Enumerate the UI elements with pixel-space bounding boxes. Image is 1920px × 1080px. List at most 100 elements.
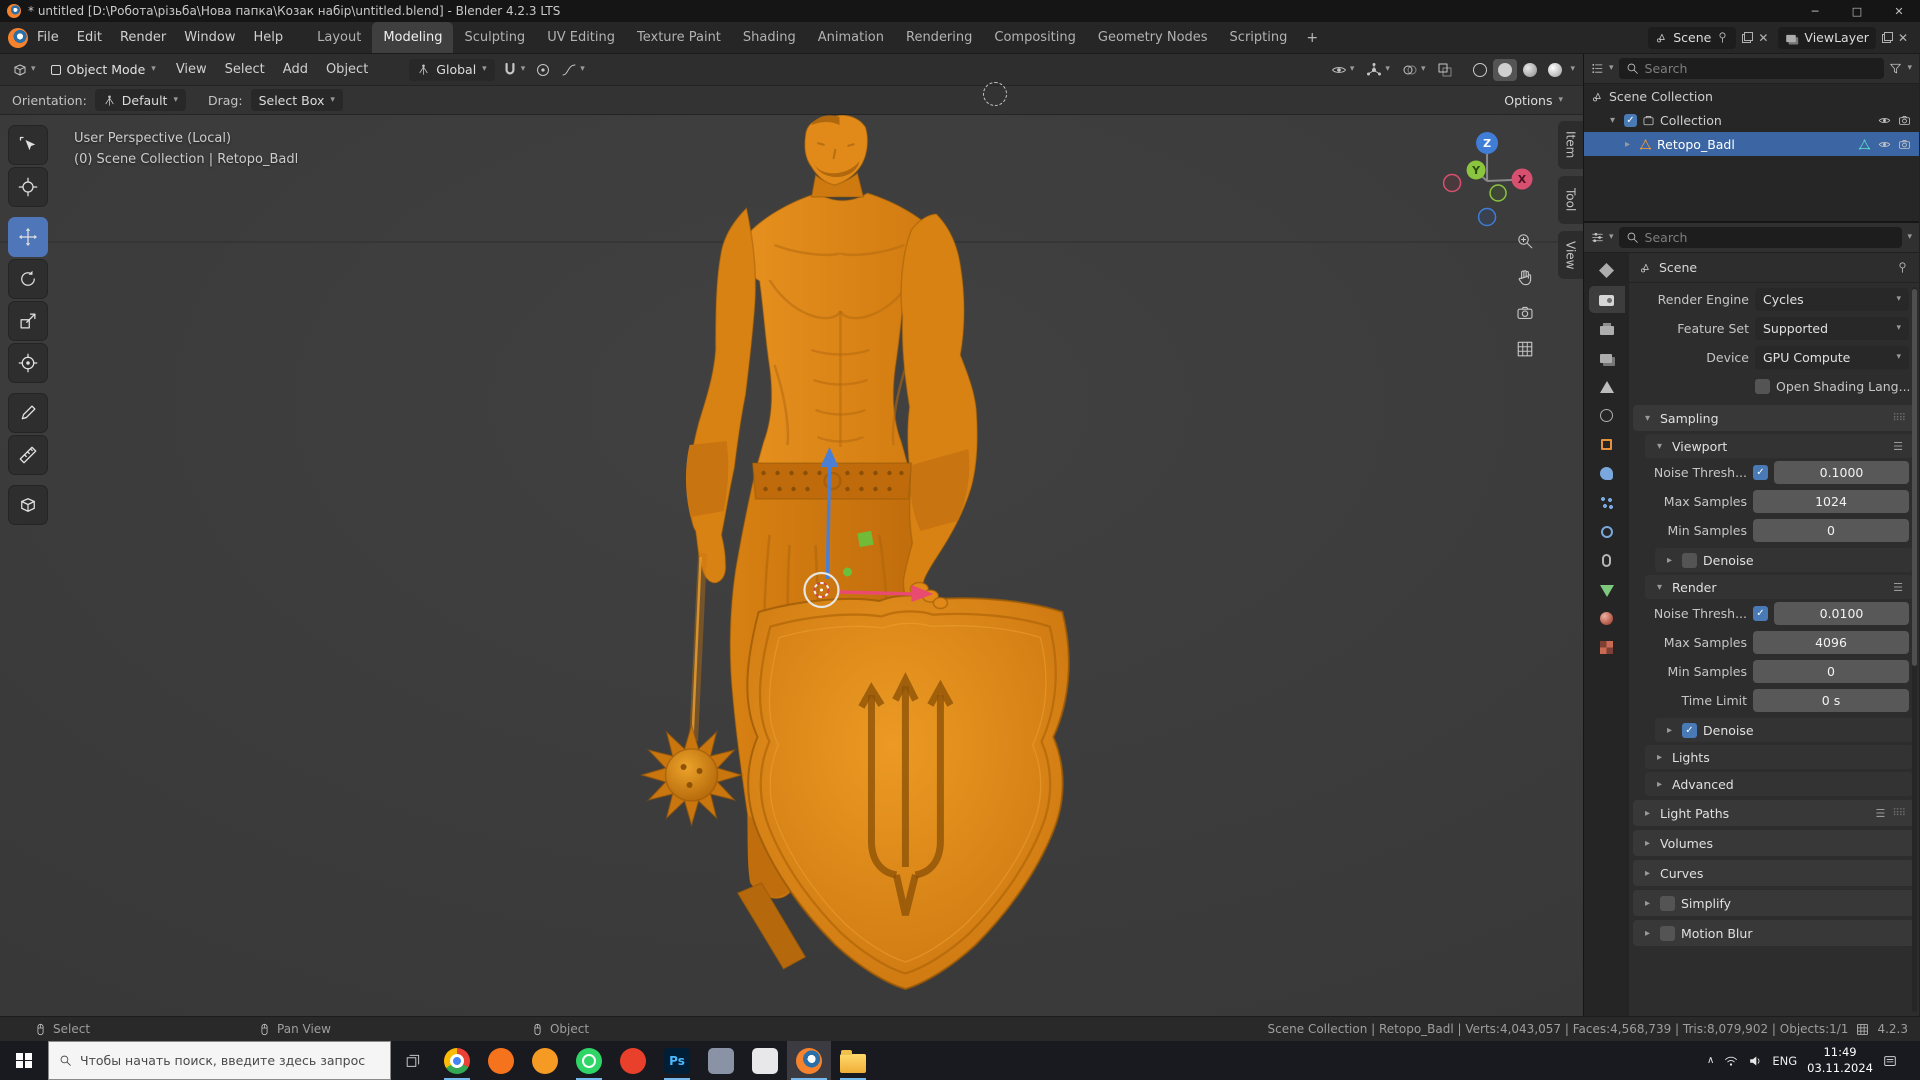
snapping-button[interactable]: ▾ [498, 58, 530, 82]
pin-icon[interactable] [1716, 31, 1729, 44]
scene-selector[interactable]: Scene [1648, 26, 1737, 49]
workspace-tab-sculpting[interactable]: Sculpting [453, 22, 536, 53]
add-workspace-button[interactable]: + [1298, 30, 1326, 46]
outliner-search-input[interactable]: Search [1618, 58, 1885, 79]
notification-center-icon[interactable] [1883, 1054, 1897, 1068]
drag-grip-icon[interactable]: ⠿⠿ [1892, 413, 1906, 424]
outliner-row-collection[interactable]: ▾ ✓ Collection [1584, 108, 1919, 132]
prop-row-min-samples[interactable]: Min Samples 0 [1629, 516, 1919, 545]
orientation-setting-dropdown[interactable]: Default ▾ [94, 89, 186, 111]
taskbar-app-app-gray[interactable] [699, 1041, 743, 1080]
prop-field-max-samples[interactable]: 4096 [1753, 631, 1909, 654]
properties-tab-object-data[interactable] [1589, 576, 1625, 603]
prop-row-curves[interactable]: ▸ Curves [1633, 860, 1915, 886]
taskbar-clock[interactable]: 11:49 03.11.2024 [1807, 1045, 1873, 1076]
axis-neg-x[interactable] [1442, 173, 1462, 193]
prop-field-noise-thresh[interactable]: 0.1000 [1774, 461, 1909, 484]
menu-edit[interactable]: Edit [68, 22, 111, 53]
workspace-tab-animation[interactable]: Animation [807, 22, 895, 53]
new-viewlayer-button[interactable] [1881, 31, 1894, 44]
presets-icon[interactable]: ☰ [1893, 581, 1903, 594]
properties-tab-modifiers[interactable] [1589, 460, 1625, 487]
taskbar-app-xp-pen[interactable] [743, 1041, 787, 1080]
prop-row-max-samples[interactable]: Max Samples 1024 [1629, 487, 1919, 516]
prop-row-max-samples[interactable]: Max Samples 4096 [1629, 628, 1919, 657]
volume-icon[interactable] [1748, 1054, 1762, 1068]
checkbox-checked[interactable]: ✓ [1682, 722, 1697, 738]
close-button[interactable]: ✕ [1878, 0, 1920, 22]
chevron-right-icon[interactable]: ▸ [1663, 725, 1676, 736]
editor-outliner-icon[interactable] [1591, 62, 1604, 75]
properties-tab-world[interactable] [1589, 402, 1625, 429]
taskbar-app-app-red[interactable] [611, 1041, 655, 1080]
keyboard-language[interactable]: ENG [1772, 1054, 1797, 1068]
outliner-row-retopo-badl[interactable]: ▸ Retopo_Badl [1584, 132, 1919, 156]
tool-annotate-button[interactable] [8, 393, 48, 433]
properties-tab-view-layer[interactable] [1589, 344, 1625, 371]
checkbox-unchecked[interactable] [1682, 552, 1697, 568]
prop-row-sampling[interactable]: ▾ Sampling ⠿⠿ [1633, 405, 1915, 431]
tool-cursor-button[interactable] [8, 167, 48, 207]
chevron-down-icon[interactable]: ▾ [1653, 441, 1666, 452]
chevron-right-icon[interactable]: ▸ [1641, 838, 1654, 849]
task-view-button[interactable] [391, 1041, 435, 1080]
maximize-button[interactable]: □ [1836, 0, 1878, 22]
properties-scrollbar[interactable] [1912, 287, 1917, 1012]
disclosure-right-icon[interactable]: ▸ [1621, 139, 1634, 150]
toggle-perspective-button[interactable] [1511, 335, 1539, 363]
zoom-button[interactable] [1511, 227, 1539, 255]
remove-viewlayer-button[interactable]: ✕ [1894, 31, 1912, 45]
shading-material-button[interactable] [1518, 59, 1542, 81]
workspace-tab-rendering[interactable]: Rendering [895, 22, 983, 53]
show-gizmos-button[interactable]: ▾ [1362, 58, 1394, 82]
options-dropdown[interactable]: Options ▾ [1496, 89, 1571, 111]
workspace-tab-shading[interactable]: Shading [732, 22, 807, 53]
outliner-row-scene-collection[interactable]: Scene Collection [1584, 84, 1919, 108]
mode-selector[interactable]: Object Mode ▾ [43, 58, 164, 82]
filter-icon[interactable] [1889, 62, 1902, 75]
chevron-right-icon[interactable]: ▸ [1653, 752, 1666, 763]
properties-tab-object[interactable] [1589, 431, 1625, 458]
presets-icon[interactable]: ☰ [1875, 807, 1885, 820]
shading-dropdown-icon[interactable]: ▾ [1570, 65, 1575, 74]
prop-row-device[interactable]: Device GPU Compute ▾ [1629, 343, 1919, 372]
workspace-tab-layout[interactable]: Layout [306, 22, 372, 53]
checkbox-checked[interactable]: ✓ [1624, 113, 1637, 127]
sidebar-tab-tool[interactable]: Tool [1558, 176, 1583, 224]
workspace-tab-geometry-nodes[interactable]: Geometry Nodes [1087, 22, 1219, 53]
editor-type-button[interactable]: ▾ [8, 58, 40, 82]
prop-row-advanced[interactable]: ▸ Advanced [1645, 772, 1913, 796]
prop-field-min-samples[interactable]: 0 [1753, 519, 1909, 542]
workspace-tab-texture-paint[interactable]: Texture Paint [626, 22, 732, 53]
transform-orientation-selector[interactable]: Global ▾ [409, 58, 495, 81]
menu-help[interactable]: Help [245, 22, 293, 53]
drag-setting-dropdown[interactable]: Select Box ▾ [250, 89, 343, 111]
menu-file[interactable]: File [28, 22, 68, 53]
workspace-tab-scripting[interactable]: Scripting [1219, 22, 1299, 53]
tool-transform-button[interactable] [8, 343, 48, 383]
start-button[interactable] [0, 1041, 48, 1080]
properties-tab-output[interactable] [1589, 315, 1625, 342]
checkbox-unchecked[interactable] [1660, 925, 1675, 941]
viewport-menu-view[interactable]: View [167, 54, 216, 85]
chevron-right-icon[interactable]: ▸ [1663, 555, 1676, 566]
presets-icon[interactable]: ☰ [1893, 440, 1903, 453]
viewport-menu-object[interactable]: Object [317, 54, 377, 85]
taskbar-app-app-amber[interactable] [523, 1041, 567, 1080]
disclosure-down-icon[interactable]: ▾ [1606, 115, 1619, 126]
menu-window[interactable]: Window [175, 22, 244, 53]
editor-properties-icon[interactable] [1591, 231, 1604, 244]
shading-solid-button[interactable] [1493, 58, 1518, 81]
unlink-scene-button[interactable]: ✕ [1754, 31, 1772, 45]
checkbox-unchecked[interactable] [1660, 895, 1675, 911]
viewport-menu-select[interactable]: Select [216, 54, 274, 85]
prop-field-device[interactable]: GPU Compute ▾ [1755, 346, 1909, 369]
prop-row-volumes[interactable]: ▸ Volumes [1633, 830, 1915, 856]
shading-wireframe-button[interactable] [1468, 59, 1492, 81]
axis-neg-y[interactable] [1489, 184, 1507, 202]
prop-row-open-shading-lang[interactable]: Open Shading Lang... [1629, 372, 1919, 401]
workspace-tab-compositing[interactable]: Compositing [983, 22, 1087, 53]
viewlayer-selector[interactable]: ViewLayer [1778, 26, 1876, 49]
properties-search-input[interactable]: Search [1618, 227, 1903, 248]
prop-field-noise-thresh[interactable]: 0.0100 [1774, 602, 1909, 625]
